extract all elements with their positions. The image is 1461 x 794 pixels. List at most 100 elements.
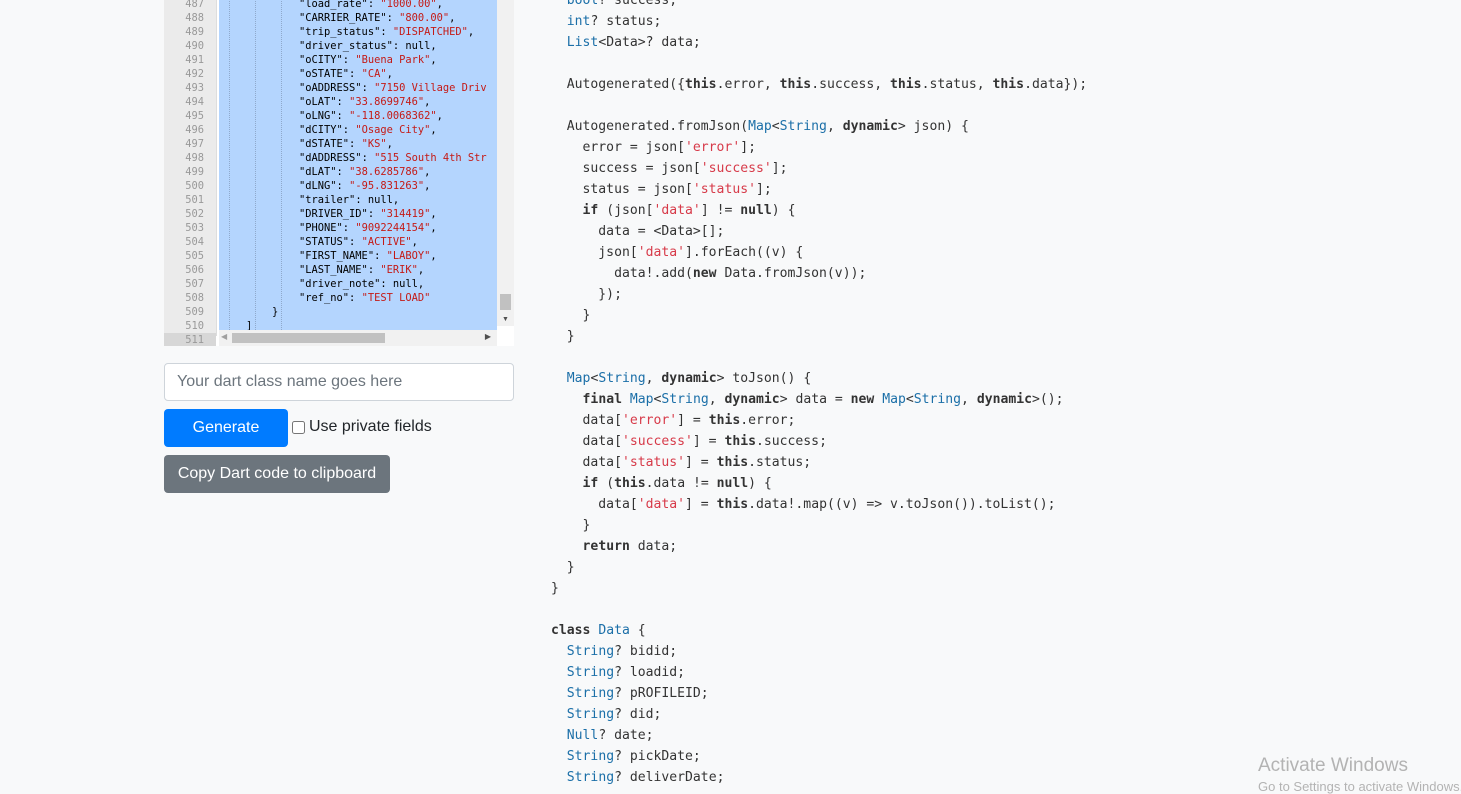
line-number: 494 <box>185 96 204 108</box>
json-line: "oLNG": "-118.0068362", <box>299 110 443 122</box>
line-number: 510 <box>185 320 204 332</box>
dart-token: int <box>566 14 591 29</box>
line-number: 489 <box>185 26 204 38</box>
dart-token: dynamic <box>842 119 898 134</box>
dart-code-line: final Map<String, dynamic> data = new Ma… <box>551 389 1064 410</box>
dart-token: ? success; <box>598 0 678 8</box>
private-fields-option[interactable]: Use private fields <box>292 417 432 437</box>
dart-token: ] != <box>700 203 741 218</box>
dart-token: String <box>566 644 615 659</box>
json-line: "ref_no": "TEST LOAD" <box>299 292 431 304</box>
dart-code-line: List<Data>? data; <box>551 32 701 53</box>
dart-token: dynamic <box>661 371 717 386</box>
dart-token: ) { <box>771 203 796 218</box>
dart-token: Map <box>882 392 906 407</box>
dart-code-line: Autogenerated({this.error, this.success,… <box>551 74 1087 95</box>
dart-token: .status; <box>748 455 812 470</box>
json-key: "dADDRESS" <box>299 152 362 164</box>
dart-token: String <box>566 770 615 785</box>
line-number: 505 <box>185 250 204 262</box>
generate-dart-button[interactable]: Generate Dart <box>164 409 288 474</box>
horizontal-scroll-thumb[interactable] <box>232 333 385 343</box>
scroll-left-arrow-icon[interactable]: ◀ <box>221 332 227 341</box>
dart-token: > json) { <box>897 119 969 134</box>
dart-token: List <box>566 35 599 50</box>
dart-code-line: Map<String, dynamic> toJson() { <box>551 368 811 389</box>
json-separator: , <box>392 194 400 206</box>
json-key: "load_rate" <box>299 0 368 10</box>
dart-token: class <box>551 623 591 638</box>
horizontal-scrollbar[interactable]: ◀ ▶ <box>219 330 497 346</box>
dart-token: < <box>905 392 914 407</box>
json-code-area[interactable]: "load_rate": "1000.00", "CARRIER_RATE": "… <box>219 0 497 330</box>
dart-token <box>551 0 567 8</box>
class-name-input[interactable] <box>164 363 514 401</box>
dart-token: Data <box>598 623 630 638</box>
dart-token: } <box>551 308 591 323</box>
dart-token: String <box>913 392 962 407</box>
dart-token: (json[ <box>598 203 654 218</box>
json-line: "FIRST_NAME": "LABOY", <box>299 250 437 262</box>
json-value: "ACTIVE" <box>361 236 412 248</box>
json-separator: , <box>424 180 431 192</box>
dart-token: data[ <box>551 434 622 449</box>
dart-token: 'data' <box>653 203 701 218</box>
json-value: null <box>405 40 431 52</box>
dart-token: this <box>708 413 741 428</box>
json-value: "KS" <box>361 138 387 150</box>
dart-token: ) { <box>748 476 772 491</box>
dart-token: ]; <box>755 182 772 197</box>
dart-token: } <box>551 560 575 575</box>
json-line: "LAST_NAME": "ERIK", <box>299 264 425 276</box>
json-separator: , <box>467 26 475 38</box>
json-line: "dADDRESS": "515 South 4th Str <box>299 152 487 164</box>
json-value: "ERIK" <box>380 264 418 276</box>
vertical-scroll-thumb[interactable] <box>500 294 511 310</box>
line-number: 487 <box>185 0 204 10</box>
json-key: "trip_status" <box>299 26 381 38</box>
dart-token: ] = <box>692 434 725 449</box>
copy-dart-button[interactable]: Copy Dart code to clipboard <box>164 455 390 493</box>
dart-token <box>551 35 567 50</box>
scroll-right-arrow-icon[interactable]: ▶ <box>485 332 491 341</box>
json-line: "dLAT": "38.6285786", <box>299 166 431 178</box>
dart-token: 'data' <box>637 497 686 512</box>
json-key: "STATUS" <box>299 236 350 248</box>
dart-token: new <box>692 266 717 281</box>
json-separator: , <box>436 110 443 122</box>
indent-guide <box>281 0 282 330</box>
dart-token: return <box>582 539 630 554</box>
dart-token: ] = <box>677 413 709 428</box>
dart-token <box>551 203 583 218</box>
dart-token: this <box>685 77 717 92</box>
dart-token: data = <Data>[]; <box>551 224 725 239</box>
json-separator: , <box>430 250 437 262</box>
dart-token: String <box>566 707 615 722</box>
json-key: "CARRIER_RATE" <box>299 12 387 24</box>
vertical-scrollbar[interactable]: ▼ <box>497 0 514 326</box>
dart-token: data!.add( <box>551 266 693 281</box>
json-value: "515 South 4th Str <box>374 152 487 164</box>
json-line: "CARRIER_RATE": "800.00", <box>299 12 456 24</box>
json-value: "33.8699746" <box>349 96 425 108</box>
line-number: 490 <box>185 40 204 52</box>
json-value: null <box>367 194 393 206</box>
dart-code-line: String? loadid; <box>551 662 685 683</box>
line-number-gutter: 487 488 489 490 491 492 493 494 495 496 497 498 499 5… <box>164 0 217 346</box>
json-editor[interactable]: 487 488 489 490 491 492 493 494 495 496 497 498 499 5… <box>164 0 514 346</box>
dart-token: error = json[ <box>551 140 686 155</box>
scroll-down-arrow-icon[interactable]: ▼ <box>502 316 509 323</box>
dart-code-line: json['data'].forEach((v) { <box>551 242 803 263</box>
json-key: "dLNG" <box>299 180 337 192</box>
dart-token: data[ <box>551 497 638 512</box>
dart-token <box>551 665 567 680</box>
dart-token: ? loadid; <box>614 665 686 680</box>
json-key: "oCITY" <box>299 54 343 66</box>
private-fields-checkbox[interactable] <box>292 420 305 434</box>
dart-token: > toJson() { <box>716 371 812 386</box>
dart-token: , <box>826 119 843 134</box>
dart-token <box>551 707 567 722</box>
json-line: "oADDRESS": "7150 Village Driv <box>299 82 487 94</box>
json-key: "oLAT" <box>299 96 337 108</box>
dart-token: null <box>716 476 749 491</box>
